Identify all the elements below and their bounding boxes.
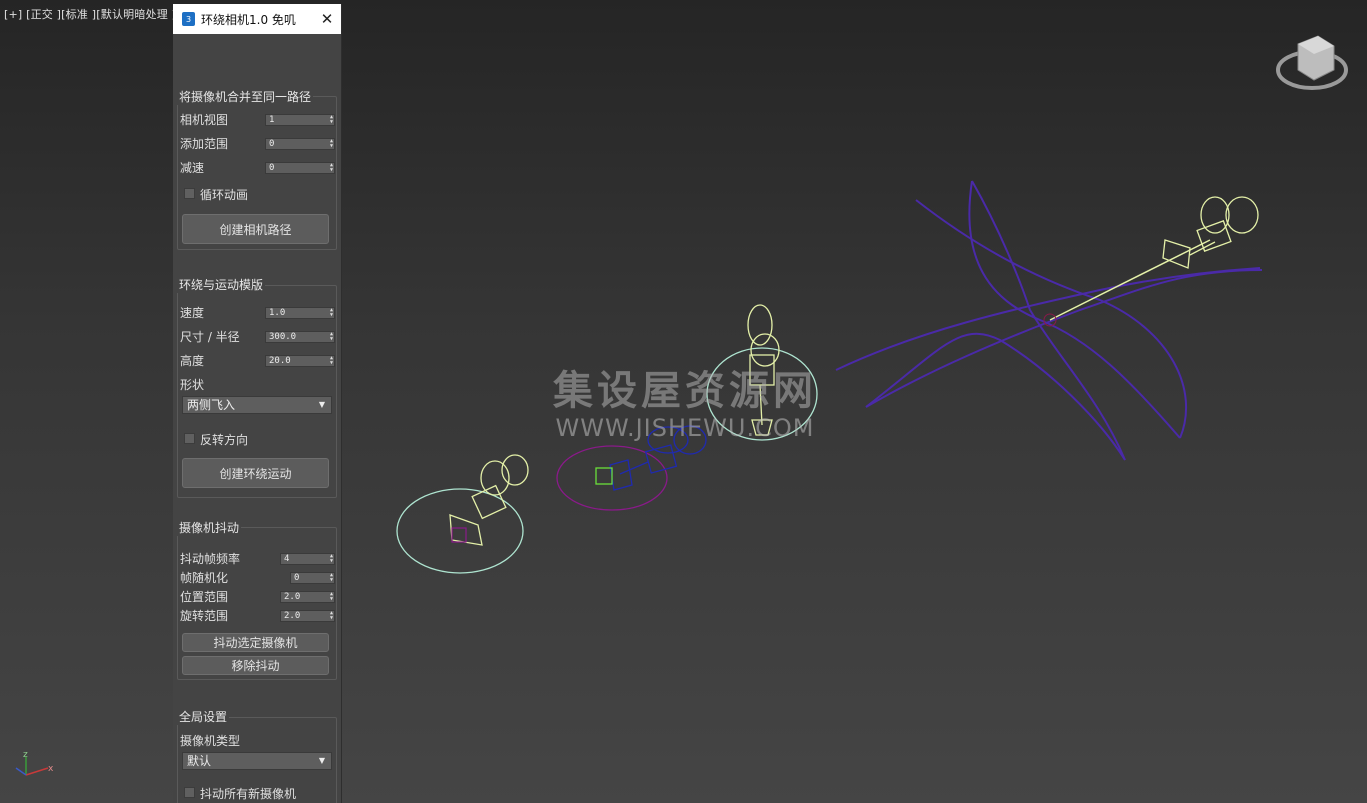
create-camera-path-button[interactable]: 创建相机路径 xyxy=(182,214,329,244)
height-value: 20.0 xyxy=(269,356,291,366)
size-spinner[interactable]: 300.0 ▲ ▼ xyxy=(265,331,335,343)
size-value: 300.0 xyxy=(269,332,297,342)
pos-value: 2.0 xyxy=(284,592,301,602)
spinner-arrows-icon[interactable]: ▲ ▼ xyxy=(330,115,333,125)
decel-spinner[interactable]: 0 ▲ ▼ xyxy=(265,162,335,174)
shake-group-title: 摄像机抖动 xyxy=(177,519,242,536)
spinner-arrows-icon[interactable]: ▲ ▼ xyxy=(330,573,333,583)
panel-titlebar[interactable]: 3 环绕相机1.0 免叽 ✕ xyxy=(173,4,341,34)
cam-type-value: 默认 xyxy=(187,754,212,768)
spinner-arrows-icon[interactable]: ▲ ▼ xyxy=(330,332,333,342)
shape-dropdown[interactable]: 两侧飞入 ▼ xyxy=(182,396,332,414)
random-spinner[interactable]: 0 ▲ ▼ xyxy=(290,572,335,584)
shake-selected-button[interactable]: 抖动选定摄像机 xyxy=(182,633,329,652)
axis-z-label: z xyxy=(23,750,28,760)
spinner-arrows-icon[interactable]: ▲ ▼ xyxy=(330,592,333,602)
cam-type-dropdown[interactable]: 默认 ▼ xyxy=(182,752,332,770)
camera-top-right[interactable] xyxy=(1162,196,1259,269)
decel-value: 0 xyxy=(269,163,275,173)
height-spinner[interactable]: 20.0 ▲ ▼ xyxy=(265,355,335,367)
shape-value: 两侧飞入 xyxy=(187,398,236,412)
speed-spinner[interactable]: 1.0 ▲ ▼ xyxy=(265,307,335,319)
random-value: 0 xyxy=(294,573,300,583)
merge-group-title: 将摄像机合并至同一路径 xyxy=(177,88,314,105)
spinner-arrows-icon[interactable]: ▲ ▼ xyxy=(330,139,333,149)
spinner-arrows-icon[interactable]: ▲ ▼ xyxy=(330,554,333,564)
chevron-down-icon: ▼ xyxy=(318,756,325,765)
rot-value: 2.0 xyxy=(284,611,301,621)
cam-type-row: 摄像机类型 xyxy=(180,732,339,748)
shake-all-label: 抖动所有新摄像机 xyxy=(200,787,297,801)
reverse-checkbox[interactable] xyxy=(184,433,195,444)
orbit-circle-middle[interactable] xyxy=(706,347,818,441)
freq-spinner[interactable]: 4 ▲ ▼ xyxy=(280,553,335,565)
camera-blue[interactable] xyxy=(609,425,707,491)
chevron-down-icon: ▼ xyxy=(318,400,325,409)
spinner-arrows-icon[interactable]: ▲ ▼ xyxy=(330,308,333,318)
remove-shake-button[interactable]: 移除抖动 xyxy=(182,656,329,675)
add-range-value: 0 xyxy=(269,139,275,149)
camera-view-spinner[interactable]: 1 ▲ ▼ xyxy=(265,114,335,126)
freq-value: 4 xyxy=(284,554,290,564)
speed-value: 1.0 xyxy=(269,308,286,318)
rot-spinner[interactable]: 2.0 ▲ ▼ xyxy=(280,610,335,622)
cam-type-label: 摄像机类型 xyxy=(180,733,241,748)
viewport-label[interactable]: [+] [正交 ][标准 ][默认明暗处理 ] xyxy=(4,6,176,22)
axis-gizmo xyxy=(15,757,49,776)
app-3dsmax-icon: 3 xyxy=(182,12,195,26)
panel-title: 环绕相机1.0 免叽 xyxy=(201,12,296,27)
orbit-circle-left[interactable] xyxy=(396,488,524,574)
camera-target-line xyxy=(1049,239,1211,321)
shake-all-checkbox[interactable] xyxy=(184,787,195,798)
pos-spinner[interactable]: 2.0 ▲ ▼ xyxy=(280,591,335,603)
star-path[interactable] xyxy=(835,180,1263,461)
viewcube[interactable] xyxy=(1276,35,1348,90)
spinner-arrows-icon[interactable]: ▲ ▼ xyxy=(330,611,333,621)
axis-x-label: x xyxy=(48,764,54,774)
spinner-arrows-icon[interactable]: ▲ ▼ xyxy=(330,356,333,366)
orbit-group-title: 环绕与运动模版 xyxy=(177,276,266,293)
loop-checkbox[interactable] xyxy=(184,188,195,199)
camera-view-value: 1 xyxy=(269,115,275,125)
selected-box[interactable] xyxy=(595,467,613,485)
loop-label: 循环动画 xyxy=(200,188,249,202)
orbit-camera-panel: 3 环绕相机1.0 免叽 ✕ 将摄像机合并至同一路径 相机视图 1 ▲ ▼ 添加范围… xyxy=(173,4,342,803)
reverse-label: 反转方向 xyxy=(200,433,249,447)
spinner-arrows-icon[interactable]: ▲ ▼ xyxy=(330,163,333,173)
camera-middle[interactable] xyxy=(747,304,780,436)
global-group-title: 全局设置 xyxy=(177,708,230,725)
camera-left[interactable] xyxy=(449,454,529,546)
create-orbit-button[interactable]: 创建环绕运动 xyxy=(182,458,329,488)
close-button[interactable]: ✕ xyxy=(313,4,341,34)
shape-label: 形状 xyxy=(180,377,205,392)
add-range-spinner[interactable]: 0 ▲ ▼ xyxy=(265,138,335,150)
shape-row: 形状 xyxy=(180,376,339,392)
